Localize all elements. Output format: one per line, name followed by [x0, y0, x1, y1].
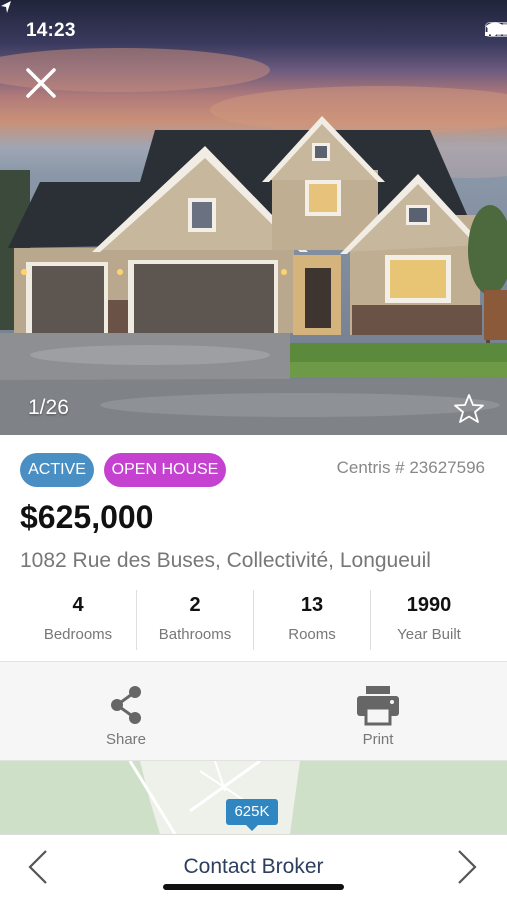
share-label: Share: [105, 731, 147, 748]
map-price-pin[interactable]: 625K: [226, 799, 278, 825]
stat-value: 4: [72, 594, 84, 616]
chevron-right-icon: [458, 850, 477, 884]
print-button[interactable]: Print: [318, 662, 438, 760]
status-badge-open-house: OPEN HOUSE: [104, 453, 226, 487]
favorite-button[interactable]: [452, 392, 486, 426]
battery-icon: [485, 22, 507, 37]
listing-details: ACTIVE OPEN HOUSE Centris # 23627596 $62…: [0, 435, 507, 661]
action-bar: Share Print: [0, 661, 507, 761]
listing-price: $625,000: [20, 499, 154, 535]
stat-value: 2: [189, 594, 201, 616]
photo-counter: 1/26: [28, 396, 69, 419]
close-icon: [26, 68, 56, 98]
share-icon: [111, 686, 141, 724]
stat-label: Year Built: [397, 626, 461, 643]
contact-broker-button[interactable]: Contact Broker: [150, 855, 357, 879]
location-arrow-icon: [1, 1, 11, 13]
status-time: 14:23: [26, 20, 76, 41]
stat-bedrooms: 4 Bedrooms: [20, 590, 137, 650]
star-outline-icon: [454, 394, 484, 423]
chevron-left-icon: [28, 850, 47, 884]
previous-listing-button[interactable]: [26, 849, 56, 885]
stat-year-built: 1990 Year Built: [371, 590, 487, 650]
map-pin-tail: [246, 825, 258, 831]
stat-label: Rooms: [288, 626, 336, 643]
close-button[interactable]: [22, 64, 60, 102]
stat-bathrooms: 2 Bathrooms: [137, 590, 254, 650]
stat-label: Bedrooms: [43, 626, 113, 643]
bottom-bar: Contact Broker: [0, 834, 507, 900]
print-label: Print: [362, 731, 394, 748]
house-photo-illustration: [0, 48, 507, 435]
home-indicator: [163, 884, 344, 890]
listing-stats: 4 Bedrooms 2 Bathrooms 13 Rooms 1990 Yea…: [20, 590, 487, 650]
stat-rooms: 13 Rooms: [254, 590, 371, 650]
listing-address: 1082 Rue des Buses, Collectivité, Longue…: [20, 549, 431, 572]
status-bar: 14:23: [0, 0, 507, 56]
share-button[interactable]: Share: [66, 662, 186, 760]
centris-number: Centris # 23627596: [336, 458, 485, 477]
status-badge-active: ACTIVE: [20, 453, 94, 487]
next-listing-button[interactable]: [449, 849, 479, 885]
stat-value: 1990: [406, 594, 452, 616]
listing-photo[interactable]: 14:23 1/26: [0, 0, 507, 435]
stat-label: Bathrooms: [158, 626, 232, 643]
printer-icon: [357, 686, 399, 726]
stat-value: 13: [300, 594, 324, 616]
